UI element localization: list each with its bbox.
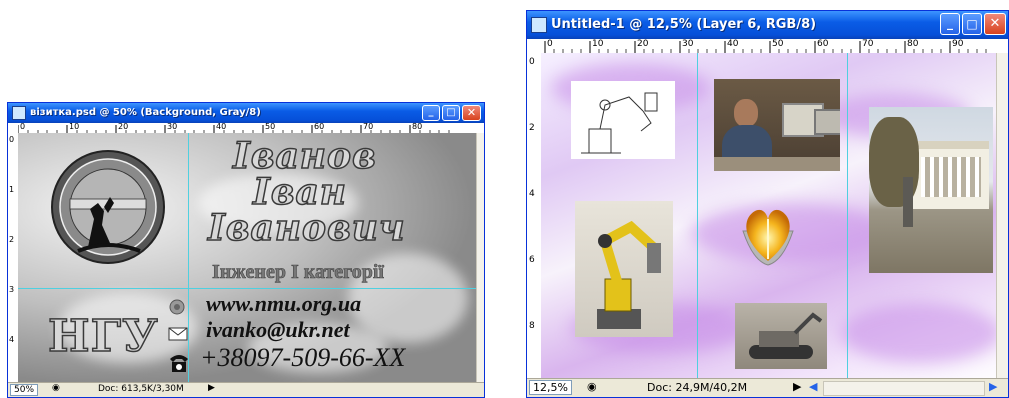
ruler-tick-label: 50 — [265, 123, 276, 131]
ruler-tick-label: 6 — [529, 255, 535, 265]
status-menu-icon[interactable]: ◉ — [587, 380, 597, 393]
man-at-computer-photo[interactable] — [714, 79, 840, 171]
ruler-tick-label: 70 — [862, 39, 874, 49]
card-phone: +38097-509-66-XX — [200, 343, 406, 372]
ruler-tick-label: 10 — [69, 123, 80, 131]
close-button[interactable]: ✕ — [984, 13, 1006, 35]
ruler-tick-label: 10 — [592, 39, 604, 49]
zoom-level-field[interactable]: 50% — [10, 384, 39, 396]
vertical-scrollbar[interactable] — [996, 53, 1008, 381]
guide-line[interactable] — [188, 133, 189, 385]
maximize-button[interactable]: □ — [442, 105, 460, 121]
ruler-tick-label: 70 — [363, 123, 374, 131]
person-head — [734, 99, 758, 127]
scroll-right-arrow-icon[interactable]: ▶ — [989, 380, 997, 393]
ngu-logo-text: НГУ — [47, 310, 159, 363]
zoom-level-field[interactable]: 12,5% — [529, 380, 572, 395]
tracked-robot-photo[interactable] — [735, 303, 827, 369]
industrial-robot-photo[interactable] — [575, 201, 673, 337]
ruler-tick-label: 40 — [727, 39, 739, 49]
card-window-titlebar[interactable]: візитка.psd @ 50% (Background, Gray/8) _… — [8, 103, 484, 123]
card-window-title: візитка.psd @ 50% (Background, Gray/8) — [30, 107, 261, 118]
collage-window-titlebar[interactable]: Untitled-1 @ 12,5% (Layer 6, RGB/8) _ □ … — [527, 11, 1008, 39]
card-status-bar: 50% ◉ Doc: 613,5K/3,30M ▶ — [8, 382, 484, 397]
guide-line[interactable] — [18, 288, 476, 289]
collage-document-window: Untitled-1 @ 12,5% (Layer 6, RGB/8) _ □ … — [526, 10, 1009, 398]
maximize-button[interactable]: □ — [962, 13, 982, 35]
vertical-scrollbar[interactable] — [476, 133, 484, 385]
ruler-corner — [527, 39, 542, 54]
ruler-tick-label: 30 — [167, 123, 178, 131]
cloud — [841, 303, 1001, 363]
photoshop-doc-icon — [531, 17, 547, 33]
statue — [903, 177, 913, 227]
ruler-tick-label: 80 — [907, 39, 919, 49]
horizontal-scrollbar[interactable] — [823, 381, 985, 396]
ruler-tick-label: 2 — [9, 235, 15, 244]
vertical-ruler[interactable]: 0 2 4 6 8 — [527, 53, 542, 381]
ruler-tick-label: 20 — [637, 39, 649, 49]
building-columns — [921, 157, 981, 197]
ruler-tick-label: 3 — [9, 285, 15, 294]
card-name-line3: Іванович — [207, 206, 406, 250]
ruler-tick-label: 80 — [412, 123, 423, 131]
ruler-tick-label: 30 — [682, 39, 694, 49]
status-arrow-icon[interactable]: ▶ — [208, 383, 215, 393]
university-building-photo[interactable] — [869, 107, 993, 273]
collage-canvas[interactable] — [541, 53, 1008, 381]
ruler-tick-label: 2 — [529, 123, 535, 133]
guide-line[interactable] — [847, 53, 848, 381]
ruler-tick-label: 4 — [529, 189, 535, 199]
photoshop-doc-icon — [12, 106, 26, 120]
card-website: www.nmu.org.ua — [206, 291, 362, 316]
university-seal-logo — [51, 150, 165, 264]
card-canvas[interactable]: НГУ Іванов Іван Іванович Інженер І катег… — [18, 133, 476, 385]
ruler-tick-label: 4 — [9, 335, 15, 344]
doc-size-info: Doc: 24,9M/40,2M — [647, 381, 748, 394]
scroll-left-arrow-icon[interactable]: ◀ — [809, 380, 817, 393]
horizontal-ruler[interactable]: 0 10 20 30 40 50 60 70 80 90 — [541, 39, 1008, 54]
envelope-icon — [168, 327, 188, 341]
close-button[interactable]: ✕ — [462, 105, 481, 121]
doc-size-info: Doc: 613,5K/3,30M — [98, 384, 184, 394]
ruler-tick-label: 20 — [118, 123, 129, 131]
ruler-tick-label: 90 — [952, 39, 964, 49]
ruler-tick-label: 60 — [817, 39, 829, 49]
ruler-tick-label: 50 — [772, 39, 784, 49]
minimize-button[interactable]: _ — [422, 105, 440, 121]
guide-line[interactable] — [697, 53, 698, 381]
ruler-tick-label: 60 — [314, 123, 325, 131]
robot-sketch-image[interactable] — [571, 81, 675, 159]
ruler-tick-label: 40 — [216, 123, 227, 131]
minimize-button[interactable]: _ — [940, 13, 960, 35]
golden-heart-image[interactable] — [733, 201, 803, 267]
status-arrow-icon[interactable]: ▶ — [793, 380, 801, 393]
monitor — [814, 109, 840, 135]
card-job-title: Інженер І категорії — [212, 261, 385, 284]
collage-window-title: Untitled-1 @ 12,5% (Layer 6, RGB/8) — [551, 17, 817, 32]
ruler-tick-label: 8 — [529, 321, 535, 331]
ruler-tick-label: 0 — [9, 135, 15, 144]
rose-icon — [169, 299, 185, 315]
desk — [714, 157, 840, 171]
ruler-tick-label: 1 — [9, 185, 15, 194]
telephone-icon — [170, 355, 188, 372]
ruler-tick-label: 0 — [20, 123, 26, 131]
status-menu-icon[interactable]: ◉ — [52, 383, 60, 393]
collage-status-bar: 12,5% ◉ Doc: 24,9M/40,2M ▶ ◀ ▶ — [527, 378, 1008, 397]
ruler-tick-label: 0 — [529, 57, 535, 67]
card-document-window: візитка.psd @ 50% (Background, Gray/8) _… — [7, 102, 485, 398]
ruler-tick-label: 0 — [547, 39, 553, 49]
card-email: ivanko@ukr.net — [206, 317, 350, 342]
